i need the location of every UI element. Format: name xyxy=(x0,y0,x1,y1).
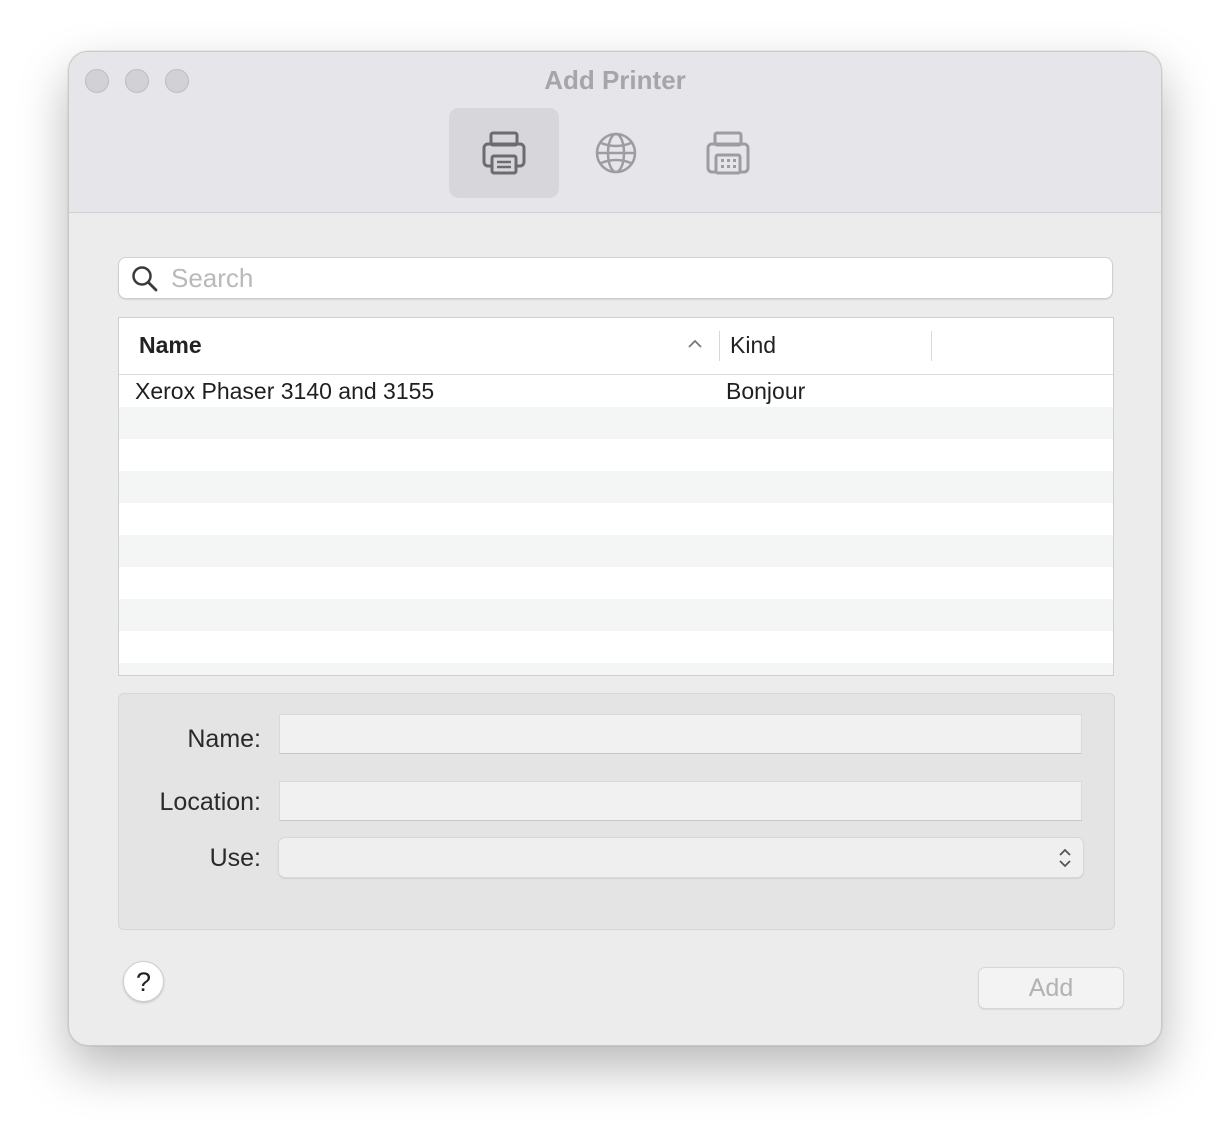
column-header-kind[interactable]: Kind xyxy=(730,332,776,359)
sort-ascending-icon xyxy=(688,339,702,348)
empty-row xyxy=(119,631,1113,663)
title-bar: Add Printer xyxy=(69,52,1161,213)
window-title: Add Printer xyxy=(544,65,686,95)
printer-list-table[interactable]: Name Kind Xerox Phaser 3140 and 3155 Bon… xyxy=(118,317,1114,676)
empty-row xyxy=(119,407,1113,439)
empty-row xyxy=(119,599,1113,631)
printer-kind-cell: Bonjour xyxy=(726,378,806,404)
empty-row xyxy=(119,503,1113,535)
table-header: Name Kind xyxy=(119,318,1113,375)
printer-icon xyxy=(482,131,526,175)
globe-icon xyxy=(595,132,637,174)
toolbar-windows-button[interactable] xyxy=(673,108,783,198)
column-header-name[interactable]: Name xyxy=(139,332,202,359)
empty-row xyxy=(119,439,1113,471)
search-icon xyxy=(132,266,158,292)
table-body: Xerox Phaser 3140 and 3155 Bonjour xyxy=(119,375,1113,675)
toolbar-default-printers-button[interactable] xyxy=(449,108,559,198)
printer-name-cell: Xerox Phaser 3140 and 3155 xyxy=(135,378,435,404)
search-input[interactable] xyxy=(171,262,1091,294)
toolbar-ip-button[interactable] xyxy=(561,108,671,198)
printer-details-panel: Name: Location: Use: xyxy=(118,693,1115,930)
search-field[interactable] xyxy=(118,257,1113,299)
use-label: Use: xyxy=(209,844,261,872)
chevron-up-down-icon xyxy=(1059,848,1071,868)
empty-row xyxy=(119,471,1113,503)
empty-row xyxy=(119,567,1113,599)
add-printer-window: Add Printer Search Name Kind Xerox Phase… xyxy=(68,51,1162,1046)
fax-printer-icon xyxy=(706,131,750,175)
column-separator[interactable] xyxy=(931,331,932,361)
empty-row xyxy=(119,663,1113,675)
name-label: Name: xyxy=(187,725,261,753)
empty-row xyxy=(119,535,1113,567)
name-field[interactable] xyxy=(279,714,1082,754)
help-button[interactable]: ? xyxy=(123,961,164,1002)
location-label: Location: xyxy=(159,788,261,816)
location-field[interactable] xyxy=(279,781,1082,821)
use-dropdown[interactable] xyxy=(278,837,1084,878)
table-row[interactable]: Xerox Phaser 3140 and 3155 Bonjour xyxy=(119,375,1113,407)
add-button[interactable]: Add xyxy=(978,967,1124,1009)
column-separator[interactable] xyxy=(719,331,720,361)
